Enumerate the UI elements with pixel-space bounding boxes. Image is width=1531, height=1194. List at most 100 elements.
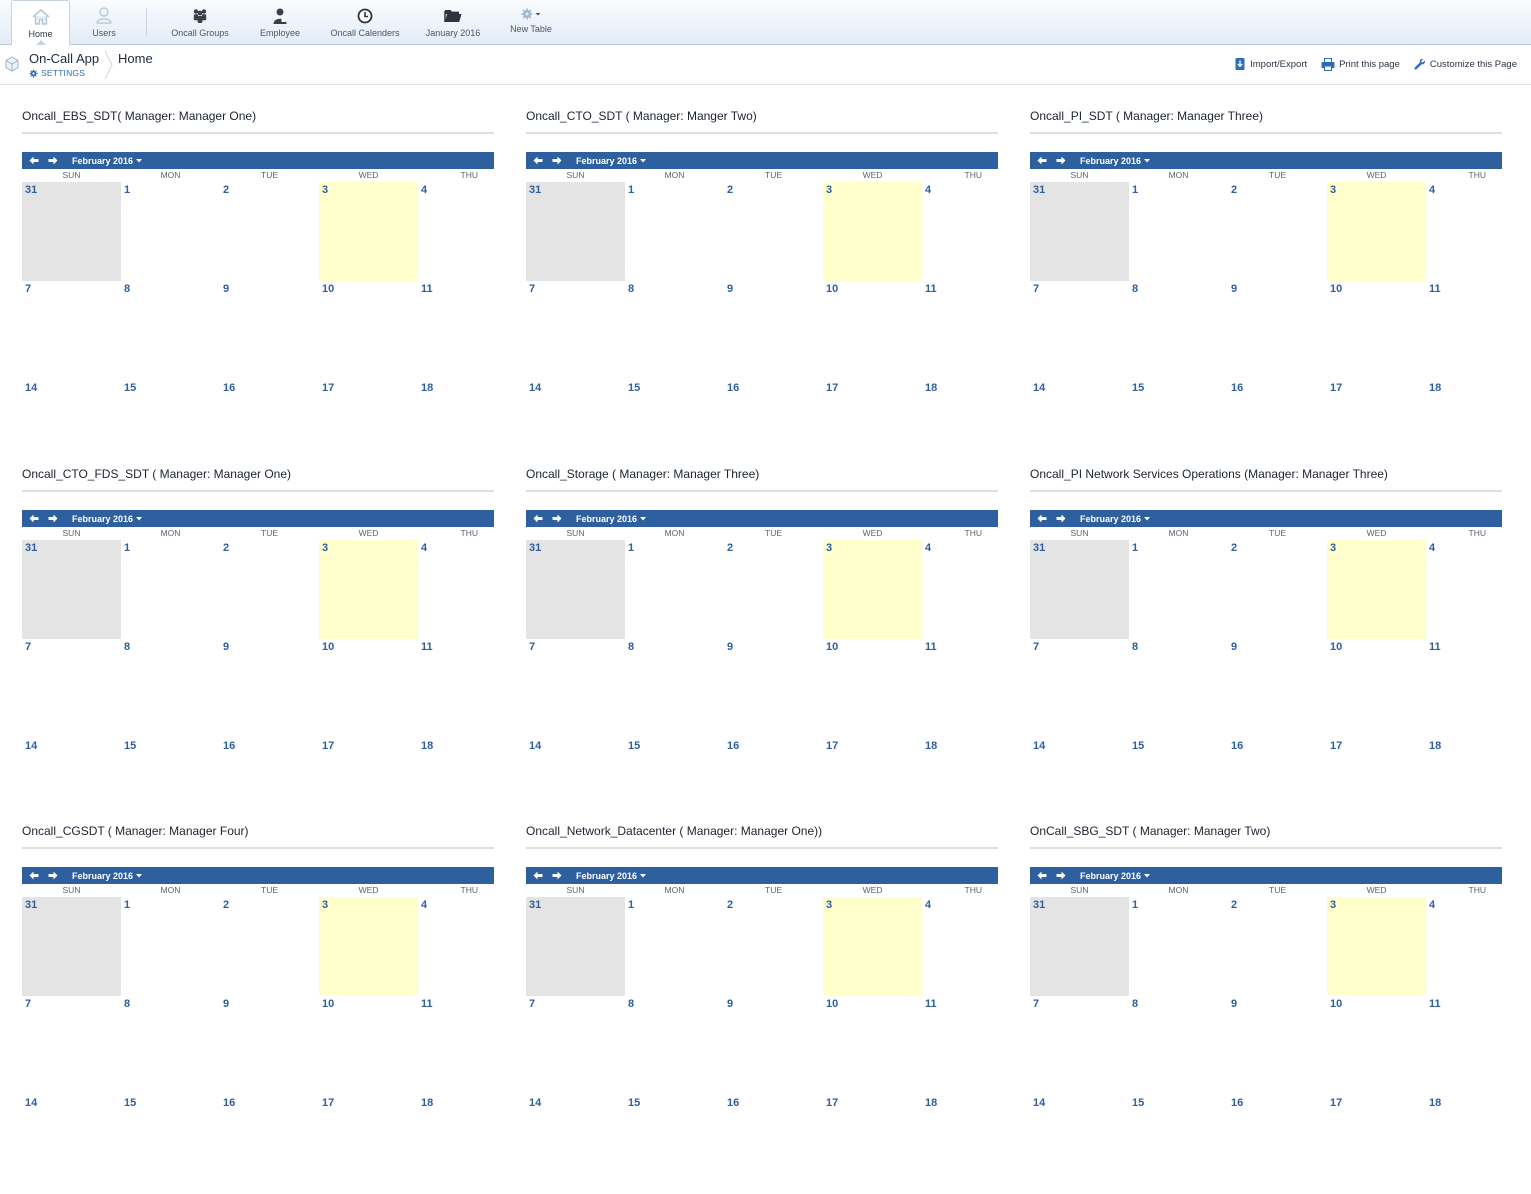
calendar-day[interactable]: 8 xyxy=(121,281,220,380)
calendar-day[interactable]: 16 xyxy=(724,380,823,479)
calendar-day[interactable]: 1 xyxy=(625,182,724,281)
calendar-day[interactable]: 4 xyxy=(1426,182,1502,281)
calendar-day[interactable]: 31 xyxy=(22,182,121,281)
calendar-day[interactable]: 9 xyxy=(220,281,319,380)
calendar-day[interactable]: 16 xyxy=(1228,380,1327,479)
month-selector[interactable]: February 2016 xyxy=(72,156,143,166)
calendar-day[interactable]: 4 xyxy=(922,182,998,281)
settings-link[interactable]: SETTINGS xyxy=(29,68,85,78)
calendar-day[interactable]: 14 xyxy=(526,1095,625,1194)
calendar-day[interactable]: 31 xyxy=(1030,182,1129,281)
print-page-button[interactable]: Print this page xyxy=(1321,57,1400,71)
month-selector[interactable]: February 2016 xyxy=(1080,156,1151,166)
calendar-day[interactable]: 2 xyxy=(724,897,823,996)
prev-month-button[interactable] xyxy=(532,870,544,882)
calendar-day[interactable]: 1 xyxy=(121,182,220,281)
next-month-button[interactable] xyxy=(1055,155,1067,167)
calendar-day[interactable]: 1 xyxy=(121,540,220,639)
calendar-day[interactable]: 2 xyxy=(220,897,319,996)
calendar-day-today[interactable]: 3 xyxy=(823,540,922,639)
calendar-day[interactable]: 14 xyxy=(526,380,625,479)
tab-users[interactable]: Users xyxy=(82,0,126,44)
calendar-day[interactable]: 2 xyxy=(220,540,319,639)
calendar-day[interactable]: 31 xyxy=(1030,540,1129,639)
calendar-day[interactable]: 9 xyxy=(724,996,823,1095)
calendar-day[interactable]: 15 xyxy=(121,1095,220,1194)
calendar-day[interactable]: 4 xyxy=(418,897,494,996)
calendar-day[interactable]: 7 xyxy=(526,281,625,380)
tab-employee[interactable]: Employee xyxy=(254,0,306,44)
calendar-day[interactable]: 14 xyxy=(22,1095,121,1194)
calendar-day[interactable]: 15 xyxy=(1129,1095,1228,1194)
calendar-day[interactable]: 8 xyxy=(625,996,724,1095)
calendar-day[interactable]: 31 xyxy=(1030,897,1129,996)
calendar-day[interactable]: 10 xyxy=(1327,281,1426,380)
calendar-day[interactable]: 14 xyxy=(22,380,121,479)
tab-oncall-calenders[interactable]: Oncall Calenders xyxy=(326,0,404,44)
customize-page-button[interactable]: Customize this Page xyxy=(1414,57,1517,71)
calendar-day[interactable]: 2 xyxy=(1228,540,1327,639)
calendar-day[interactable]: 14 xyxy=(1030,1095,1129,1194)
calendar-day[interactable]: 4 xyxy=(418,540,494,639)
calendar-day[interactable]: 10 xyxy=(823,996,922,1095)
month-selector[interactable]: February 2016 xyxy=(1080,514,1151,524)
calendar-day[interactable]: 4 xyxy=(922,897,998,996)
calendar-day[interactable]: 9 xyxy=(220,639,319,738)
prev-month-button[interactable] xyxy=(532,155,544,167)
import-export-button[interactable]: Import/Export xyxy=(1234,57,1307,71)
calendar-day[interactable]: 8 xyxy=(1129,281,1228,380)
calendar-day-today[interactable]: 3 xyxy=(319,540,418,639)
calendar-day[interactable]: 2 xyxy=(220,182,319,281)
calendar-day-today[interactable]: 3 xyxy=(319,897,418,996)
calendar-day[interactable]: 17 xyxy=(319,380,418,479)
prev-month-button[interactable] xyxy=(28,870,40,882)
next-month-button[interactable] xyxy=(47,513,59,525)
calendar-day[interactable]: 11 xyxy=(1426,996,1502,1095)
calendar-day[interactable]: 10 xyxy=(823,281,922,380)
calendar-day[interactable]: 16 xyxy=(220,1095,319,1194)
month-selector[interactable]: February 2016 xyxy=(576,514,647,524)
calendar-day[interactable]: 1 xyxy=(1129,540,1228,639)
calendar-day[interactable]: 1 xyxy=(1129,897,1228,996)
calendar-day[interactable]: 7 xyxy=(22,996,121,1095)
tab-home[interactable]: Home xyxy=(11,0,70,45)
calendar-day[interactable]: 11 xyxy=(1426,281,1502,380)
calendar-day[interactable]: 9 xyxy=(1228,996,1327,1095)
calendar-day[interactable]: 9 xyxy=(1228,639,1327,738)
calendar-day[interactable]: 18 xyxy=(1426,380,1502,479)
calendar-day[interactable]: 10 xyxy=(823,639,922,738)
calendar-day[interactable]: 1 xyxy=(1129,182,1228,281)
calendar-day[interactable]: 9 xyxy=(220,996,319,1095)
next-month-button[interactable] xyxy=(551,870,563,882)
calendar-day[interactable]: 11 xyxy=(922,996,998,1095)
calendar-day[interactable]: 7 xyxy=(526,996,625,1095)
calendar-day[interactable]: 18 xyxy=(418,1095,494,1194)
calendar-day[interactable]: 8 xyxy=(625,639,724,738)
calendar-day[interactable]: 16 xyxy=(1228,1095,1327,1194)
calendar-day[interactable]: 9 xyxy=(1228,281,1327,380)
calendar-day[interactable]: 8 xyxy=(121,996,220,1095)
calendar-day[interactable]: 15 xyxy=(625,380,724,479)
calendar-day[interactable]: 17 xyxy=(1327,1095,1426,1194)
month-selector[interactable]: February 2016 xyxy=(72,514,143,524)
calendar-day[interactable]: 11 xyxy=(418,996,494,1095)
prev-month-button[interactable] xyxy=(28,155,40,167)
calendar-day[interactable]: 10 xyxy=(1327,639,1426,738)
calendar-day[interactable]: 7 xyxy=(1030,281,1129,380)
calendar-day-today[interactable]: 3 xyxy=(823,182,922,281)
calendar-day[interactable]: 17 xyxy=(1327,380,1426,479)
calendar-day[interactable]: 18 xyxy=(1426,1095,1502,1194)
tab-oncall-groups[interactable]: Oncall Groups xyxy=(166,0,234,44)
calendar-day[interactable]: 2 xyxy=(1228,182,1327,281)
month-selector[interactable]: February 2016 xyxy=(1080,871,1151,881)
calendar-day[interactable]: 15 xyxy=(1129,380,1228,479)
calendar-day[interactable]: 31 xyxy=(526,182,625,281)
month-selector[interactable]: February 2016 xyxy=(576,871,647,881)
calendar-day[interactable]: 7 xyxy=(1030,996,1129,1095)
calendar-day[interactable]: 18 xyxy=(922,380,998,479)
calendar-day[interactable]: 16 xyxy=(724,1095,823,1194)
calendar-day[interactable]: 4 xyxy=(1426,540,1502,639)
prev-month-button[interactable] xyxy=(1036,870,1048,882)
calendar-day[interactable]: 2 xyxy=(724,182,823,281)
tab-new-table[interactable]: New Table xyxy=(505,0,557,44)
